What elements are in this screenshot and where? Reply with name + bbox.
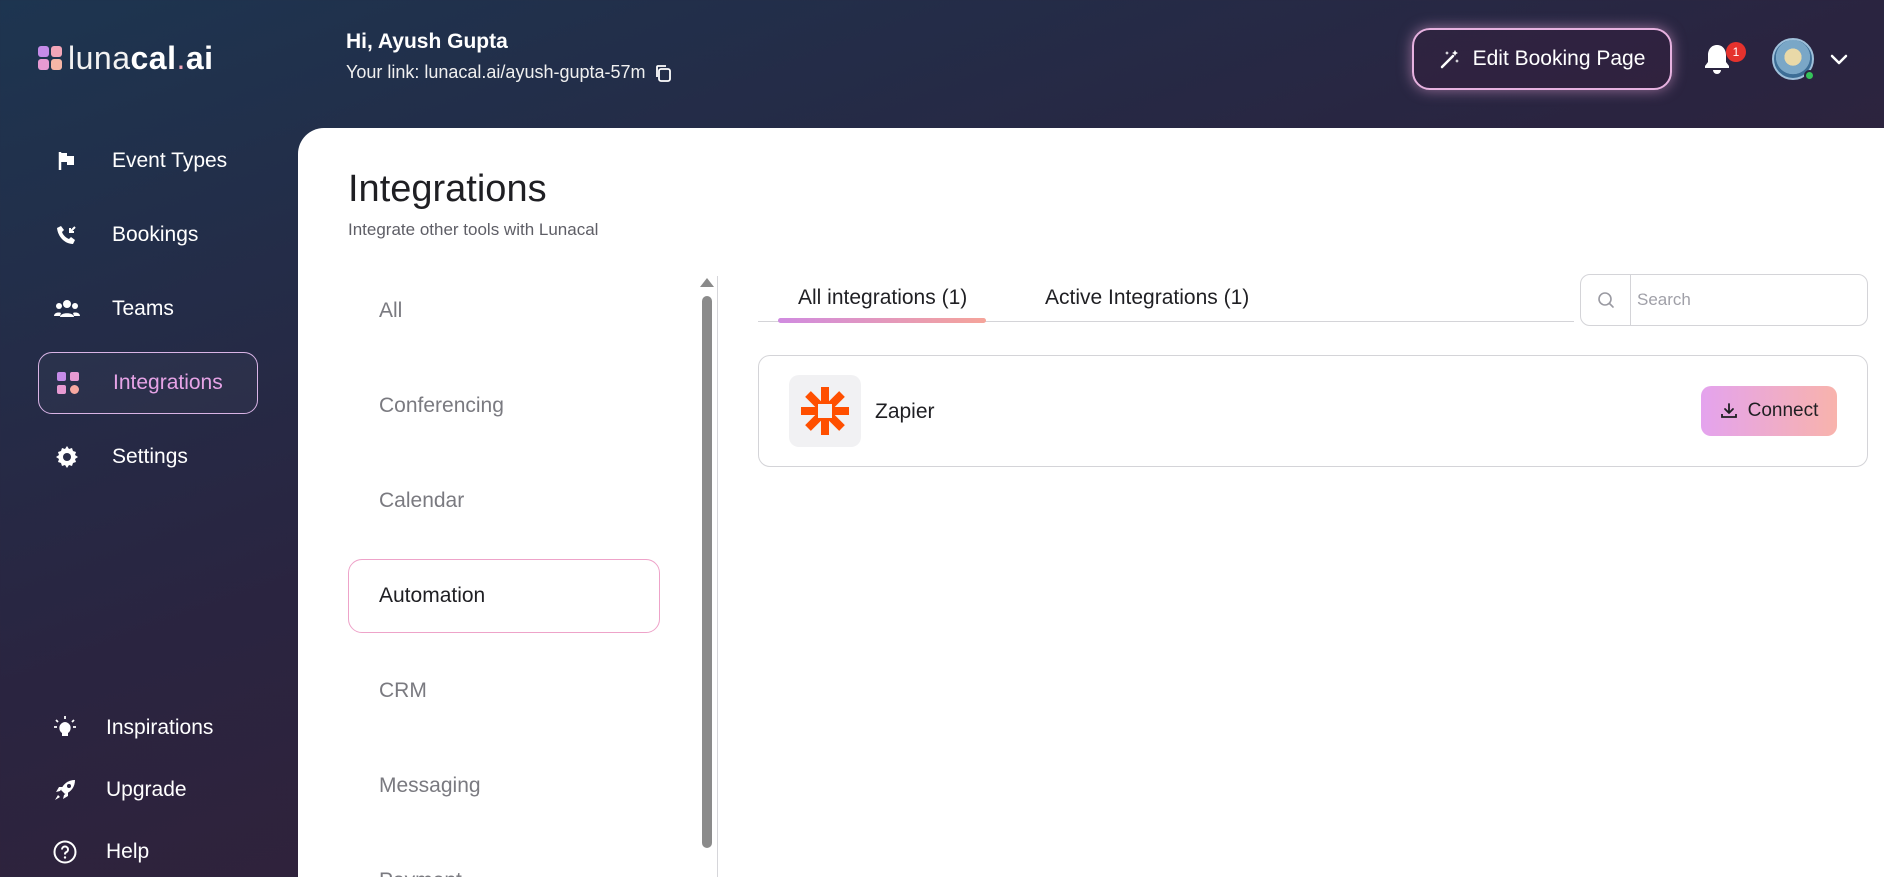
sidebar-item-label: Settings — [112, 445, 188, 468]
user-greeting: Hi, Ayush Gupta Your link: lunacal.ai/ay… — [346, 30, 672, 83]
category-list: All Conferencing Calendar Automation CRM… — [348, 274, 660, 877]
notification-count-badge: 1 — [1726, 42, 1746, 62]
search-box — [1580, 274, 1868, 326]
category-payment[interactable]: Payment — [348, 844, 660, 877]
vertical-divider — [717, 276, 718, 877]
sidebar-item-label: Upgrade — [106, 778, 187, 801]
sidebar-item-help[interactable]: Help — [38, 830, 258, 874]
sidebar-bottom-nav: Inspirations Upgrade Help — [38, 706, 258, 877]
lightbulb-icon — [50, 713, 80, 743]
booking-link: Your link: lunacal.ai/ayush-gupta-57m — [346, 62, 672, 83]
copy-icon[interactable] — [654, 64, 672, 82]
rocket-icon — [50, 775, 80, 805]
booking-link-text: Your link: lunacal.ai/ayush-gupta-57m — [346, 62, 646, 82]
integration-card-zapier: Zapier Connect — [758, 355, 1868, 467]
sidebar-item-label: Integrations — [113, 371, 223, 394]
sidebar-item-integrations[interactable]: Integrations — [38, 352, 258, 414]
help-circle-icon — [50, 837, 80, 867]
category-conferencing[interactable]: Conferencing — [348, 369, 660, 443]
sidebar-item-label: Bookings — [112, 223, 199, 246]
gear-icon — [52, 442, 82, 472]
tab-all-integrations[interactable]: All integrations (1) — [798, 286, 967, 310]
greeting-text: Hi, Ayush Gupta — [346, 30, 508, 53]
page-subtitle: Integrate other tools with Lunacal — [348, 220, 599, 239]
phone-incoming-icon — [52, 220, 82, 250]
sidebar-item-upgrade[interactable]: Upgrade — [38, 768, 258, 812]
page-title: Integrations — [348, 168, 547, 210]
integration-name: Zapier — [875, 400, 935, 423]
edit-booking-page-button[interactable]: Edit Booking Page — [1412, 28, 1672, 90]
chevron-down-icon[interactable] — [1828, 48, 1850, 70]
connect-label: Connect — [1747, 400, 1819, 421]
brand-logo[interactable]: lunacal.ai — [38, 42, 214, 74]
category-crm[interactable]: CRM — [348, 654, 660, 728]
sidebar-item-label: Teams — [112, 297, 174, 320]
main-panel: Integrations Integrate other tools with … — [298, 128, 1884, 877]
zapier-logo-icon — [789, 375, 861, 447]
online-status-indicator — [1804, 70, 1815, 81]
search-input[interactable] — [1631, 275, 1867, 325]
sidebar-item-label: Inspirations — [106, 716, 214, 739]
search-icon — [1581, 275, 1631, 325]
logo-mark-icon — [38, 46, 62, 70]
sidebar-item-inspirations[interactable]: Inspirations — [38, 706, 258, 750]
flag-icon — [52, 146, 82, 176]
users-icon — [52, 294, 82, 324]
connect-button[interactable]: Connect — [1701, 386, 1837, 436]
sidebar-item-event-types[interactable]: Event Types — [38, 130, 258, 192]
magic-wand-icon — [1439, 48, 1461, 70]
sidebar-item-settings[interactable]: Settings — [38, 426, 258, 488]
sidebar-nav: Event Types Bookings Teams Integrations … — [38, 130, 258, 500]
category-scrollbar-thumb[interactable] — [702, 296, 712, 848]
grid-icon — [53, 368, 83, 398]
category-automation[interactable]: Automation — [348, 559, 660, 633]
integration-tabs: All integrations (1) Active Integrations… — [758, 276, 1574, 323]
sidebar-item-label: Help — [106, 840, 150, 863]
scroll-up-arrow-icon[interactable] — [700, 278, 714, 287]
tab-active-integrations[interactable]: Active Integrations (1) — [1045, 286, 1249, 310]
edit-booking-page-label: Edit Booking Page — [1472, 47, 1646, 70]
sidebar-item-label: Event Types — [112, 149, 228, 172]
category-all[interactable]: All — [348, 274, 660, 348]
category-calendar[interactable]: Calendar — [348, 464, 660, 538]
sidebar-item-teams[interactable]: Teams — [38, 278, 258, 340]
category-messaging[interactable]: Messaging — [348, 749, 660, 823]
active-tab-indicator — [778, 318, 986, 323]
download-icon — [1720, 402, 1738, 420]
logo-wordmark: lunacal.ai — [68, 40, 214, 76]
sidebar-item-bookings[interactable]: Bookings — [38, 204, 258, 266]
